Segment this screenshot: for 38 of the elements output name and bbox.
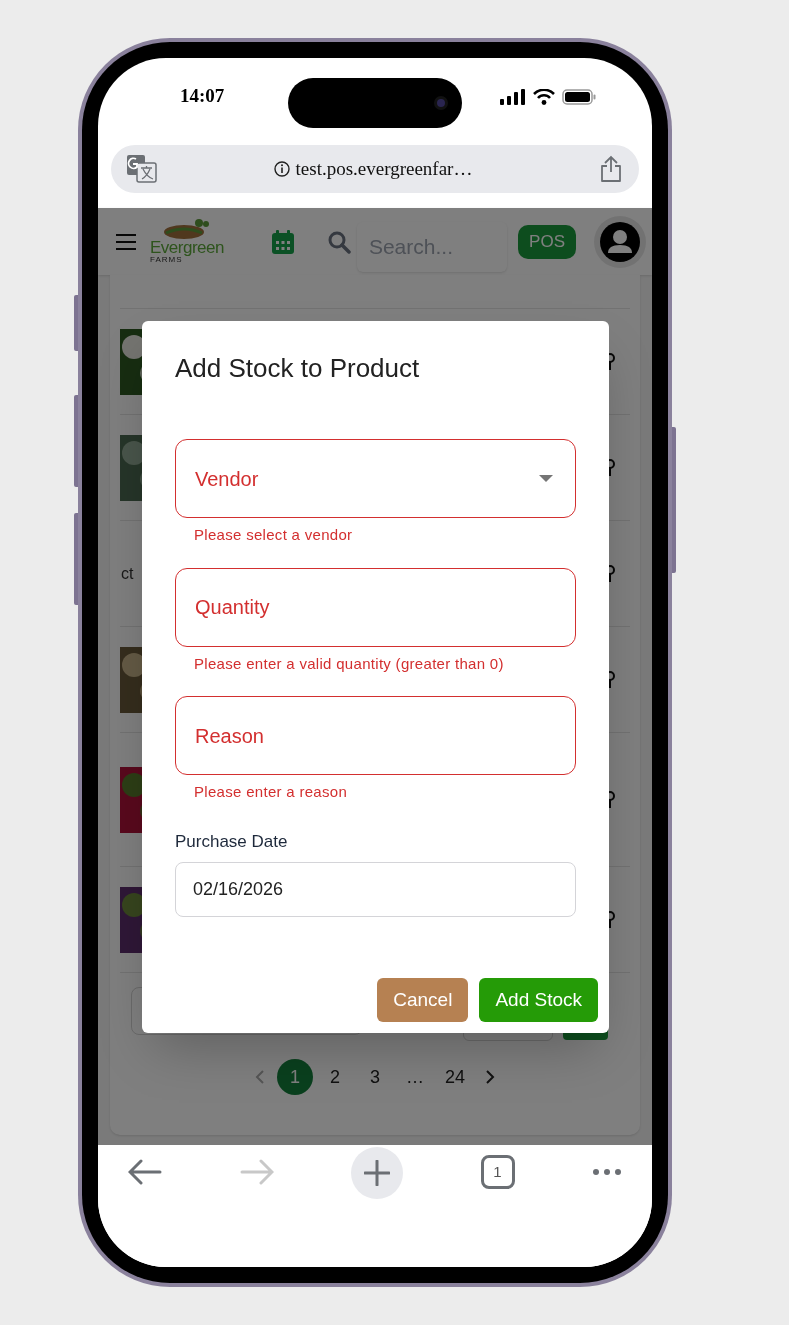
back-icon[interactable] xyxy=(128,1159,162,1185)
dropdown-caret-icon xyxy=(539,474,553,483)
new-tab-button[interactable] xyxy=(351,1147,403,1199)
status-time: 14:07 xyxy=(180,84,225,109)
date-field[interactable]: 02/16/2026 xyxy=(175,862,576,917)
add-stock-button[interactable]: Add Stock xyxy=(479,978,598,1022)
next-page-icon[interactable] xyxy=(485,1070,495,1084)
page-button[interactable]: 1 xyxy=(277,1059,313,1095)
share-icon[interactable] xyxy=(599,155,623,183)
error-message: Please enter a reason xyxy=(194,782,349,802)
page-button[interactable]: 24 xyxy=(437,1059,473,1095)
signal-icon xyxy=(500,88,526,105)
search-icon[interactable] xyxy=(326,229,351,254)
cancel-button[interactable]: Cancel xyxy=(377,978,469,1022)
dialog-title: Add Stock to Product xyxy=(175,352,420,385)
error-message: Please select a vendor xyxy=(194,525,354,545)
plus-icon xyxy=(364,1160,390,1186)
page-button[interactable]: 2 xyxy=(317,1059,353,1095)
translate-icon[interactable] xyxy=(127,155,157,183)
tab-count-button[interactable]: 1 xyxy=(480,1155,515,1189)
select-field[interactable]: Vendor xyxy=(175,439,576,518)
input-field[interactable]: Quantity xyxy=(175,567,576,647)
field-label: Purchase Date xyxy=(175,830,289,853)
input-field[interactable]: Reason xyxy=(175,696,576,775)
more-icon[interactable] xyxy=(592,1168,622,1176)
page-button[interactable]: 3 xyxy=(357,1059,393,1095)
menu-icon[interactable] xyxy=(116,232,136,251)
error-message: Please enter a valid quantity (greater than 0) xyxy=(194,653,505,674)
pos-button[interactable]: POS xyxy=(518,224,576,259)
product-name: ct xyxy=(120,563,134,584)
info-icon[interactable] xyxy=(273,161,290,177)
page-button[interactable]: … xyxy=(397,1059,433,1095)
avatar-icon[interactable] xyxy=(600,221,640,262)
address-bar[interactable]: test.pos.evergreenfar… xyxy=(111,145,639,193)
url-text[interactable]: test.pos.evergreenfar… xyxy=(295,154,473,184)
logo[interactable]: Evergreen FARMS xyxy=(150,219,224,264)
battery-icon xyxy=(562,88,596,105)
wifi-icon xyxy=(533,88,555,105)
